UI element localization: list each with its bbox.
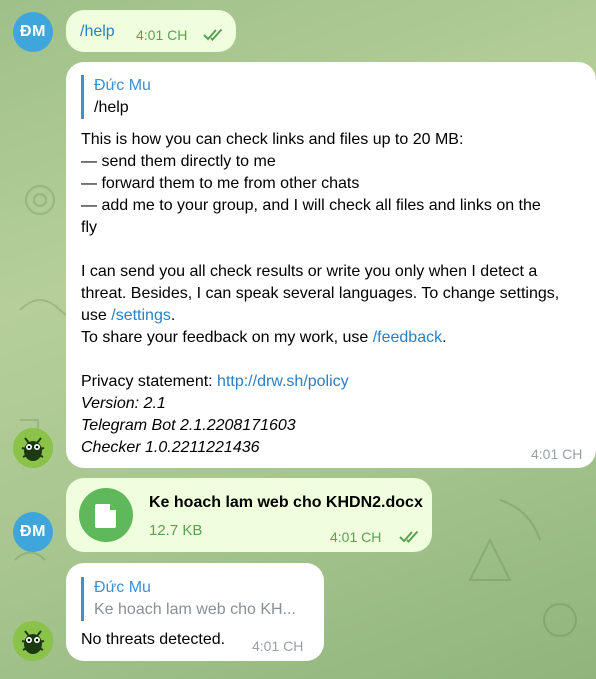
message-time: 4:01 CH <box>531 446 583 462</box>
outgoing-message-help[interactable]: /help 4:01 CH <box>66 10 236 52</box>
file-icon-button[interactable] <box>79 488 133 542</box>
bot-avatar[interactable] <box>13 428 53 468</box>
scan-result-text: No threats detected. <box>81 631 226 648</box>
double-check-icon <box>203 29 223 41</box>
version-line: Version: 2.1 <box>81 395 166 412</box>
settings-link[interactable]: /settings <box>111 307 171 324</box>
user-avatar[interactable]: ĐM <box>13 512 53 552</box>
quote-text: Ke hoach lam web cho KH... <box>94 601 296 618</box>
user-avatar[interactable]: ĐM <box>13 12 53 52</box>
help-line: This is how you can check links and file… <box>81 131 464 148</box>
message-time: 4:01 CH <box>330 529 382 545</box>
feedback-link[interactable]: /feedback <box>373 329 442 346</box>
text-segment: use <box>81 307 112 324</box>
text-segment: To share your feedback on my work, use <box>81 329 373 346</box>
help-line: — send them directly to me <box>81 153 276 170</box>
help-body: This is how you can check links and file… <box>81 129 591 459</box>
bug-logo-icon <box>13 428 53 468</box>
help-line: I can send you all check results or writ… <box>81 263 538 280</box>
help-line: use /settings. <box>81 305 591 327</box>
message-time: 4:01 CH <box>136 27 188 43</box>
incoming-message-help-reply[interactable]: Đức Mu /help This is how you can check l… <box>66 62 596 468</box>
bug-logo-icon <box>13 621 53 661</box>
command-text[interactable]: /help <box>80 21 115 43</box>
file-size: 12.7 KB <box>149 522 203 539</box>
reply-quote[interactable]: Đức Mu /help <box>81 75 151 119</box>
quote-author: Đức Mu <box>94 579 151 596</box>
bot-version-line: Telegram Bot 2.1.2208171603 <box>81 417 296 434</box>
checker-version-line: Checker 1.0.2211221436 <box>81 439 260 456</box>
outgoing-message-file[interactable]: Ke hoach lam web cho KHDN2.docx 12.7 KB … <box>66 478 432 552</box>
incoming-message-scan-result[interactable]: Đức Mu Ke hoach lam web cho KH... No thr… <box>66 563 324 661</box>
document-icon <box>95 504 116 528</box>
text-segment: . <box>442 329 447 346</box>
help-line: threat. Besides, I can speak several lan… <box>81 285 560 302</box>
help-line: — add me to your group, and I will check… <box>81 197 541 214</box>
help-line: — forward them to me from other chats <box>81 175 360 192</box>
help-line: fly <box>81 219 97 236</box>
text-segment: . <box>170 307 176 324</box>
quote-text: /help <box>94 99 129 116</box>
reply-quote[interactable]: Đức Mu Ke hoach lam web cho KH... <box>81 577 296 621</box>
double-check-icon <box>399 531 419 543</box>
quote-author: Đức Mu <box>94 77 151 94</box>
avatar-initials: ĐM <box>20 523 46 540</box>
privacy-link[interactable]: http://drw.sh/policy <box>217 373 349 390</box>
help-line: To share your feedback on my work, use /… <box>81 327 591 349</box>
privacy-line: Privacy statement: http://drw.sh/policy <box>81 371 591 393</box>
bot-avatar[interactable] <box>13 621 53 661</box>
message-time: 4:01 CH <box>252 638 304 654</box>
avatar-initials: ĐM <box>20 23 46 40</box>
text-segment: Privacy statement: <box>81 373 218 390</box>
file-name[interactable]: Ke hoach lam web cho KHDN2.docx <box>149 492 423 514</box>
